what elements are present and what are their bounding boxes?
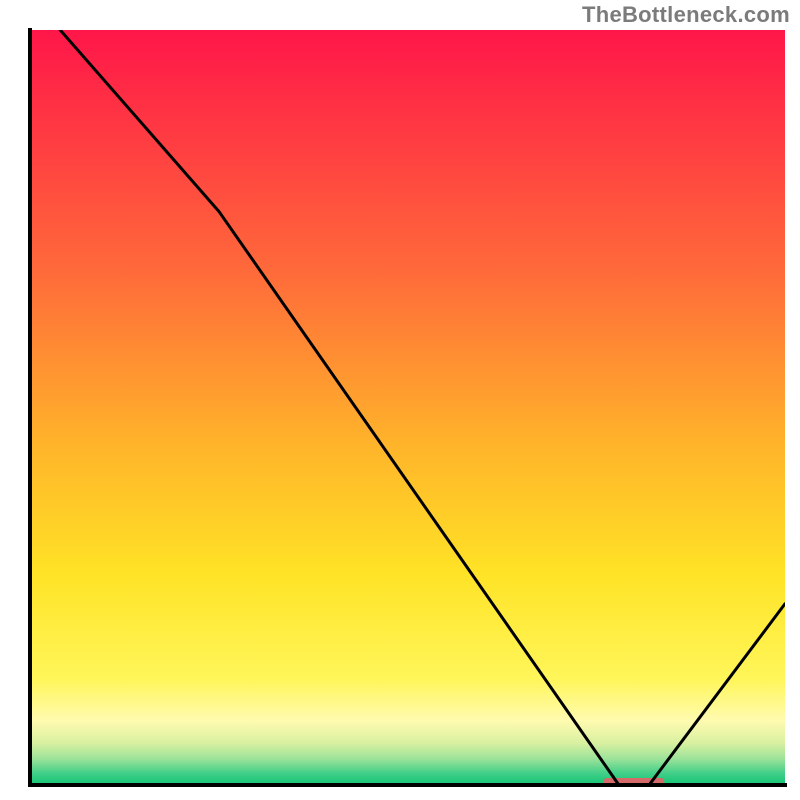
chart-stage: TheBottleneck.com xyxy=(0,0,800,800)
chart-svg xyxy=(0,0,800,800)
gradient-background xyxy=(30,30,785,785)
